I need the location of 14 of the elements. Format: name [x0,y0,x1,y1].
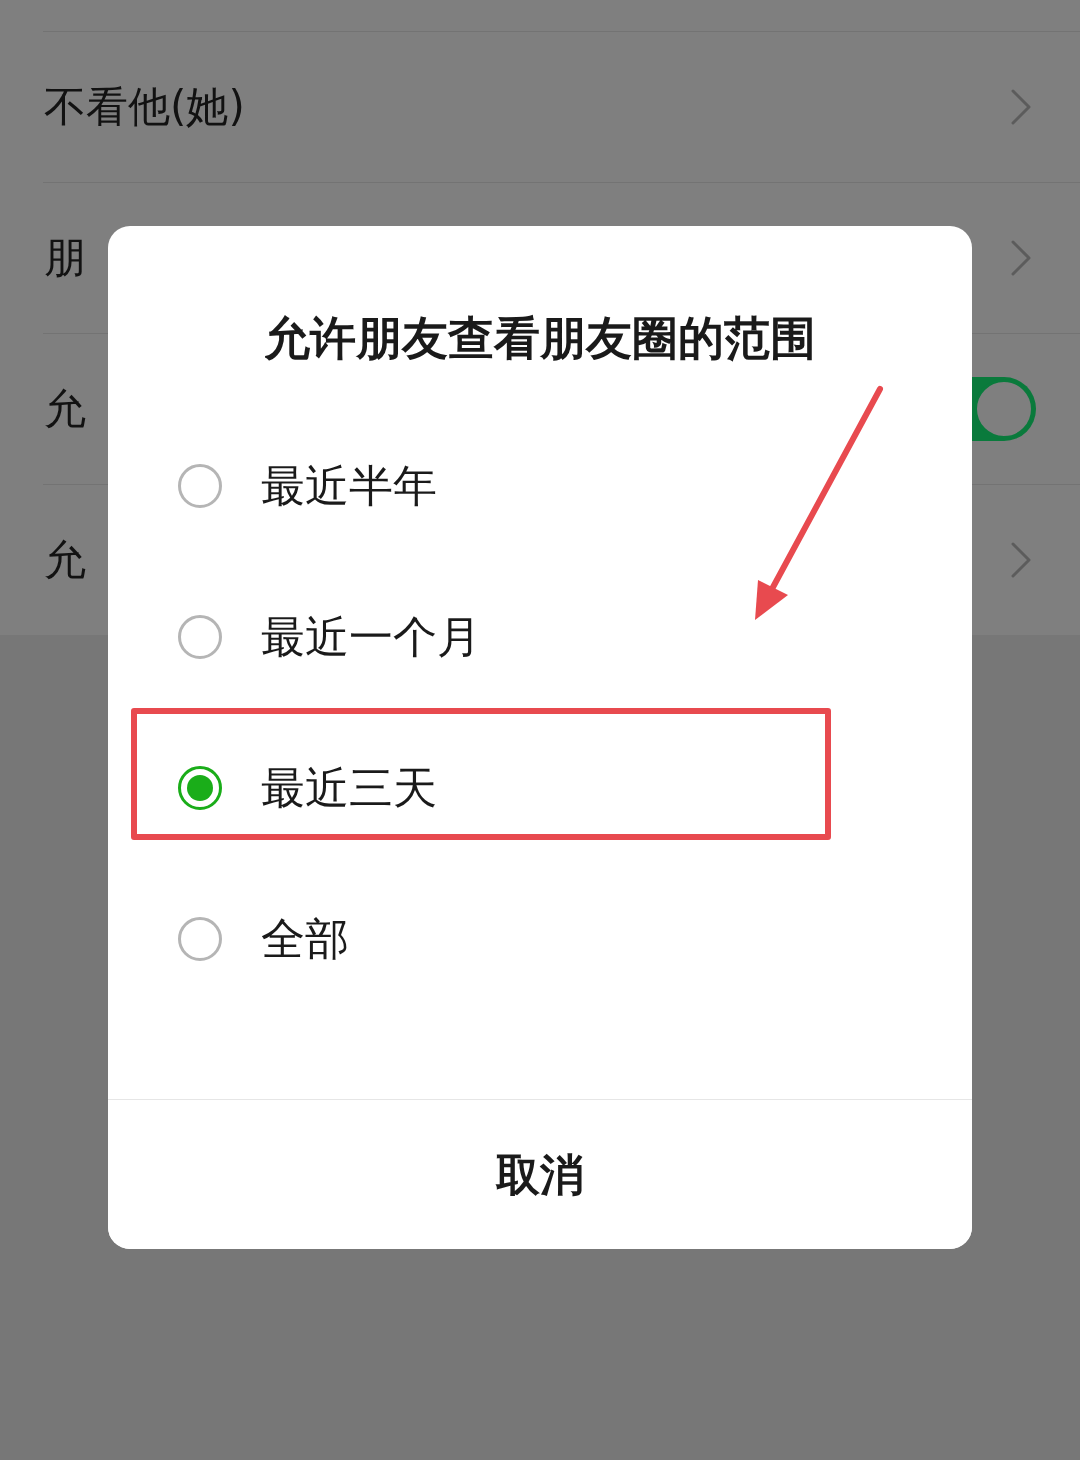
settings-item-label[interactable]: 不看他(她) [43,81,245,133]
chevron-right-icon [1010,239,1032,277]
settings-item-label[interactable]: 朋 [43,232,86,284]
radio-option[interactable]: 最近一个月 [178,609,481,664]
dialog-title: 允许朋友查看朋友圈的范围 [264,310,816,366]
toggle-switch[interactable] [970,377,1036,441]
radio-option[interactable]: 最近三天 [178,760,437,815]
settings-item-label[interactable]: 允 [43,534,86,586]
chevron-right-icon [1010,541,1032,579]
settings-item-label[interactable]: 允 [43,383,86,435]
radio-option[interactable]: 全部 [178,911,349,966]
cancel-button[interactable]: 取消 [108,1099,972,1249]
chevron-right-icon [1010,88,1032,126]
radio-option[interactable]: 最近半年 [178,458,437,513]
